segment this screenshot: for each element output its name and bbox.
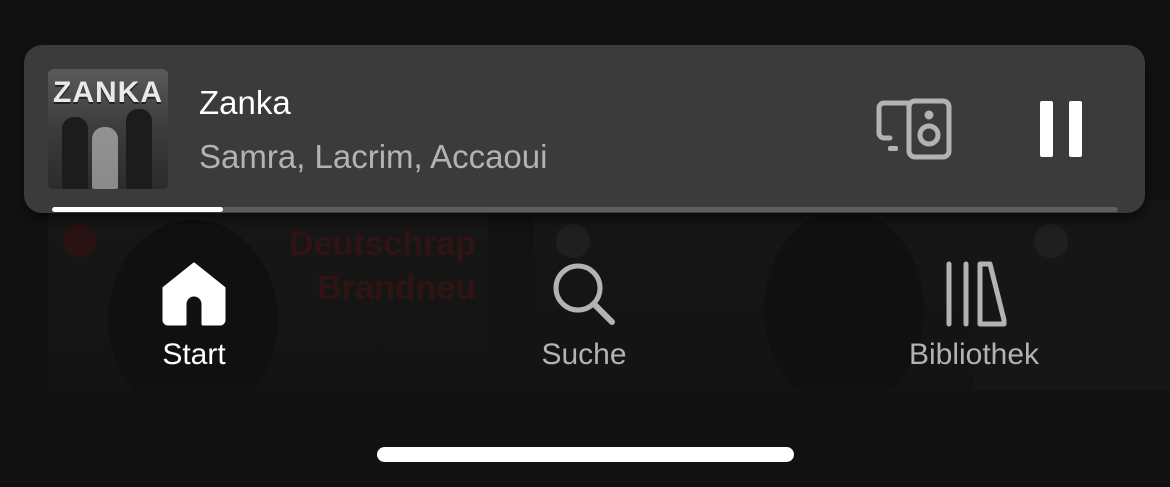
album-cover[interactable]: ZANKA xyxy=(48,69,168,189)
track-title[interactable]: Zanka xyxy=(199,83,291,123)
library-icon xyxy=(946,261,1007,327)
nav-label: Start xyxy=(162,338,226,371)
pause-button[interactable] xyxy=(1036,97,1088,161)
playback-progress-fill xyxy=(52,207,223,212)
search-icon xyxy=(553,263,615,325)
nav-label: Bibliothek xyxy=(908,338,1040,371)
nav-item-bibliothek[interactable]: Bibliothek xyxy=(864,258,1084,388)
home-indicator[interactable] xyxy=(377,447,794,462)
bottom-navigation: Start Suche Bibliothek xyxy=(0,240,1170,390)
nav-label: Suche xyxy=(541,338,627,371)
album-cover-text: ZANKA xyxy=(53,76,163,109)
nav-item-suche[interactable]: Suche xyxy=(474,258,694,388)
home-icon xyxy=(162,262,226,326)
pause-icon xyxy=(1040,101,1082,157)
app-screen: Deutschrap Brandneu ZANKA Zanka Samra, L… xyxy=(0,0,1170,487)
cover-figure xyxy=(126,109,152,189)
nav-item-start[interactable]: Start xyxy=(84,258,304,388)
cover-figure xyxy=(92,127,118,189)
mini-player[interactable]: ZANKA Zanka Samra, Lacrim, Accaoui xyxy=(24,45,1145,213)
track-artists[interactable]: Samra, Lacrim, Accaoui xyxy=(199,137,547,177)
playback-progress-bar[interactable] xyxy=(52,207,1118,212)
cover-figure xyxy=(62,117,88,189)
speaker-device-icon xyxy=(876,98,952,160)
connect-device-button[interactable] xyxy=(876,97,952,161)
